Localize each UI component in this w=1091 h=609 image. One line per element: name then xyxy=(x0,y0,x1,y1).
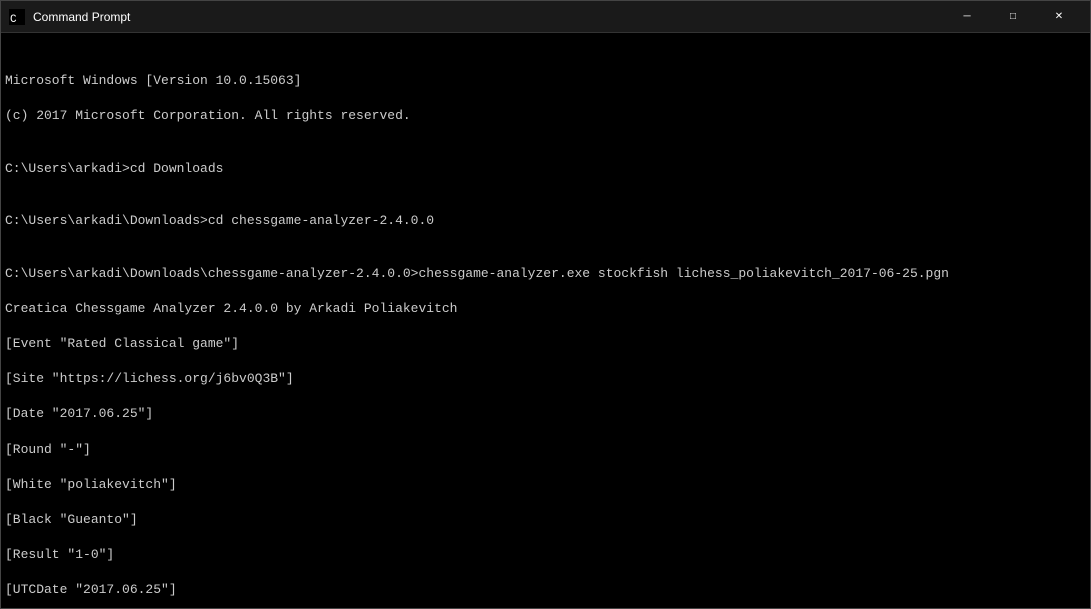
terminal-line: C:\Users\arkadi\Downloads\chessgame-anal… xyxy=(5,265,1086,283)
terminal-line: [Result "1-0"] xyxy=(5,546,1086,564)
maximize-icon: □ xyxy=(1010,12,1016,22)
terminal-output: Microsoft Windows [Version 10.0.15063] (… xyxy=(5,72,1086,608)
terminal-line: [White "poliakevitch"] xyxy=(5,476,1086,494)
terminal-line: C:\Users\arkadi\Downloads>cd chessgame-a… xyxy=(5,212,1086,230)
terminal-line: Creatica Chessgame Analyzer 2.4.0.0 by A… xyxy=(5,300,1086,318)
terminal-line: (c) 2017 Microsoft Corporation. All righ… xyxy=(5,107,1086,125)
close-button[interactable]: ✕ xyxy=(1036,1,1082,33)
maximize-button[interactable]: □ xyxy=(990,1,1036,33)
svg-text:C: C xyxy=(10,14,17,25)
terminal-line: [Site "https://lichess.org/j6bv0Q3B"] xyxy=(5,370,1086,388)
minimize-button[interactable]: ─ xyxy=(944,1,990,33)
window-title: Command Prompt xyxy=(33,10,944,24)
app-icon: C xyxy=(9,9,25,25)
terminal-line: C:\Users\arkadi>cd Downloads xyxy=(5,160,1086,178)
terminal-line: [Date "2017.06.25"] xyxy=(5,405,1086,423)
close-icon: ✕ xyxy=(1055,12,1063,22)
terminal-area[interactable]: Microsoft Windows [Version 10.0.15063] (… xyxy=(1,33,1090,608)
terminal-line: [UTCDate "2017.06.25"] xyxy=(5,581,1086,599)
titlebar: C Command Prompt ─ □ ✕ xyxy=(1,1,1090,33)
terminal-line: [Round "-"] xyxy=(5,441,1086,459)
window-controls: ─ □ ✕ xyxy=(944,1,1082,33)
minimize-icon: ─ xyxy=(963,12,970,22)
terminal-line: Microsoft Windows [Version 10.0.15063] xyxy=(5,72,1086,90)
command-prompt-window: C Command Prompt ─ □ ✕ Microsoft Windows… xyxy=(0,0,1091,609)
terminal-line: [Black "Gueanto"] xyxy=(5,511,1086,529)
terminal-line: [Event "Rated Classical game"] xyxy=(5,335,1086,353)
